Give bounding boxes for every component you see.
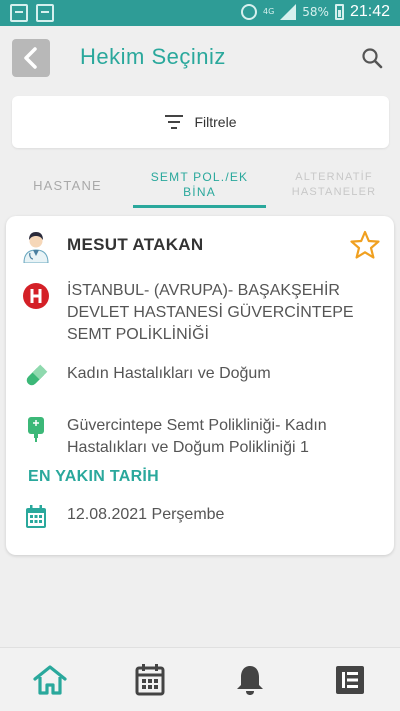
iv-drip-icon [22, 415, 50, 443]
filter-label: Filtrele [194, 114, 237, 130]
doctor-avatar-icon [22, 228, 50, 264]
notification-icon [10, 4, 28, 22]
doctor-card[interactable]: MESUT ATAKAN İSTANBUL- (AVRUPA)- BAŞAKŞE… [6, 216, 394, 555]
bell-icon [237, 666, 263, 695]
pill-icon [22, 363, 50, 389]
battery-icon [334, 4, 344, 20]
back-button[interactable] [12, 39, 50, 77]
clinic-name: Kadın Hastalıkları ve Doğum [67, 365, 271, 382]
tab-bar: HASTANE SEMT POL./EK BİNA ALTERNATİF HAS… [0, 162, 400, 208]
nearest-date-label: EN YAKIN TARİH [28, 468, 160, 485]
filter-icon [165, 115, 184, 129]
search-icon [362, 48, 383, 69]
calendar-icon [135, 664, 165, 696]
network-type: 4G [262, 7, 275, 16]
tab-alternatif-hastaneler[interactable]: ALTERNATİF HASTANELER [274, 162, 394, 208]
notification-icons [10, 4, 54, 22]
clock: 21:42 [349, 3, 390, 20]
gallery-icon [36, 4, 54, 22]
bottom-navigation [0, 647, 400, 711]
star-icon [350, 230, 380, 259]
hospital-row: İSTANBUL- (AVRUPA)- BAŞAKŞEHİR DEVLET HA… [22, 280, 382, 346]
favorite-button[interactable] [350, 230, 380, 260]
nav-calendar[interactable] [132, 662, 168, 698]
home-icon [33, 665, 67, 695]
nav-list[interactable] [332, 662, 368, 698]
chevron-left-icon [24, 47, 37, 69]
appointment-date: 12.08.2021 Perşembe [67, 506, 225, 523]
calendar-icon [22, 504, 50, 530]
battery-percent: 58% [302, 5, 329, 19]
doctor-row: MESUT ATAKAN [22, 228, 382, 264]
system-indicators: 4G 58% 21:42 [240, 3, 390, 21]
hospital-icon [22, 280, 50, 312]
tab-semt-pol[interactable]: SEMT POL./EK BİNA [133, 162, 266, 208]
nav-notifications[interactable] [232, 662, 268, 698]
place-row: Güvercintepe Semt Polikliniği- Kadın Has… [22, 415, 382, 461]
filter-button[interactable]: Filtrele [12, 96, 389, 148]
tab-hastane[interactable]: HASTANE [10, 162, 125, 208]
search-button[interactable] [360, 46, 384, 70]
app-header: Hekim Seçiniz [0, 26, 400, 90]
signal-icon [280, 4, 297, 20]
hospital-name: İSTANBUL- (AVRUPA)- BAŞAKŞEHİR DEVLET HA… [67, 282, 354, 343]
alarm-icon [240, 4, 257, 20]
list-icon [336, 666, 364, 694]
doctor-name: MESUT ATAKAN [67, 235, 204, 254]
status-bar: 4G 58% 21:42 [0, 0, 400, 26]
nav-home[interactable] [32, 662, 68, 698]
clinic-row: Kadın Hastalıkları ve Doğum [22, 363, 382, 391]
active-tab-indicator [133, 205, 266, 208]
place-name: Güvercintepe Semt Polikliniği- Kadın Has… [67, 417, 327, 456]
page-title: Hekim Seçiniz [80, 44, 226, 69]
date-row: 12.08.2021 Perşembe [22, 504, 382, 530]
